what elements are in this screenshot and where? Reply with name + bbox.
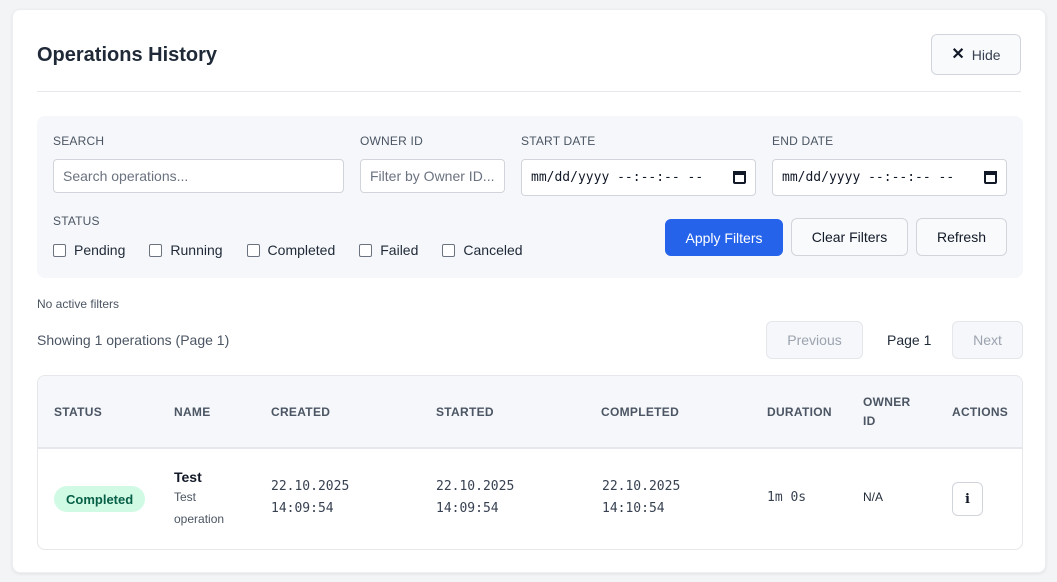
refresh-button[interactable]: Refresh <box>916 218 1007 256</box>
column-header-name: NAME <box>174 405 211 419</box>
status-checkbox-canceled[interactable]: Canceled <box>442 242 523 258</box>
search-label: SEARCH <box>53 134 105 148</box>
completed-date: 22.10.2025 <box>602 479 681 494</box>
duration-cell: 1m 0s <box>767 490 807 505</box>
operation-name-cell: Test Test operation <box>174 469 224 530</box>
end-date-input[interactable]: mm/dd/yyyy --:--:-- -- <box>772 159 1007 196</box>
filter-panel: SEARCH OWNER ID START DATE mm/dd/yyyy --… <box>37 116 1023 278</box>
calendar-icon[interactable] <box>984 171 997 184</box>
column-header-actions: ACTIONS <box>952 405 1009 419</box>
status-badge: Completed <box>54 486 146 512</box>
page-indicator: Page 1 <box>887 332 932 348</box>
table-header: STATUS NAME CREATED STARTED COMPLETED DU… <box>38 376 1022 449</box>
checkbox[interactable] <box>359 243 373 257</box>
column-header-owner-id-line2: ID <box>863 414 876 428</box>
checkbox-label: Canceled <box>463 242 523 258</box>
created-date: 22.10.2025 <box>271 479 350 494</box>
started-date: 22.10.2025 <box>436 479 515 494</box>
start-date-label: START DATE <box>521 134 596 148</box>
checkbox-label: Failed <box>380 242 419 258</box>
completed-cell: 22.10.2025 14:10:54 <box>602 476 680 520</box>
checkbox[interactable] <box>149 243 163 257</box>
checkbox[interactable] <box>246 243 260 257</box>
previous-page-button[interactable]: Previous <box>766 321 863 359</box>
status-checkboxes: Pending Running Completed Failed Cancele… <box>53 242 547 258</box>
column-header-created: CREATED <box>271 405 331 419</box>
page-title: Operations History <box>37 44 218 66</box>
active-filters-text: No active filters <box>37 297 120 311</box>
hide-button[interactable]: ✕ Hide <box>931 34 1021 75</box>
operations-history-card: Operations History ✕ Hide SEARCH OWNER I… <box>12 9 1046 573</box>
created-time: 14:09:54 <box>271 501 334 516</box>
apply-filters-button[interactable]: Apply Filters <box>665 219 783 256</box>
checkbox-label: Pending <box>74 242 126 258</box>
status-checkbox-completed[interactable]: Completed <box>246 242 336 258</box>
operation-description-line1: Test <box>174 490 197 504</box>
header: Operations History ✕ Hide <box>37 34 1021 92</box>
status-label: STATUS <box>53 214 100 228</box>
owner-id-label: OWNER ID <box>360 134 423 148</box>
next-page-button[interactable]: Next <box>952 321 1023 359</box>
checkbox[interactable] <box>442 243 456 257</box>
end-date-value: mm/dd/yyyy --:--:-- -- <box>782 170 955 185</box>
column-header-status: STATUS <box>54 405 103 419</box>
owner-id-input[interactable] <box>360 159 505 193</box>
column-header-completed: COMPLETED <box>601 405 680 419</box>
end-date-label: END DATE <box>772 134 834 148</box>
column-header-owner-id-line1: OWNER <box>863 395 911 409</box>
results-count: Showing 1 operations (Page 1) <box>37 332 230 348</box>
operation-description-line2: operation <box>174 512 225 526</box>
search-input[interactable] <box>53 159 344 193</box>
details-button[interactable]: i <box>952 482 983 516</box>
checkbox-label: Running <box>170 242 223 258</box>
owner-id-cell: N/A <box>863 490 884 504</box>
status-checkbox-failed[interactable]: Failed <box>359 242 418 258</box>
checkbox-label: Completed <box>267 242 336 258</box>
close-icon: ✕ <box>951 45 965 63</box>
operation-name: Test <box>174 469 202 485</box>
operations-table: STATUS NAME CREATED STARTED COMPLETED DU… <box>37 375 1023 550</box>
started-cell: 22.10.2025 14:09:54 <box>436 476 514 520</box>
column-header-owner-id: OWNER ID <box>863 393 911 431</box>
clear-filters-button[interactable]: Clear Filters <box>791 218 908 256</box>
info-icon: i <box>965 491 970 507</box>
column-header-duration: DURATION <box>767 405 832 419</box>
start-date-value: mm/dd/yyyy --:--:-- -- <box>531 170 704 185</box>
status-checkbox-pending[interactable]: Pending <box>53 242 125 258</box>
column-header-started: STARTED <box>436 405 494 419</box>
start-date-input[interactable]: mm/dd/yyyy --:--:-- -- <box>521 159 756 196</box>
calendar-icon[interactable] <box>733 171 746 184</box>
checkbox[interactable] <box>53 243 66 257</box>
hide-button-label: Hide <box>971 46 1001 63</box>
created-cell: 22.10.2025 14:09:54 <box>271 476 349 520</box>
completed-time: 14:10:54 <box>602 501 665 516</box>
status-checkbox-running[interactable]: Running <box>149 242 223 258</box>
started-time: 14:09:54 <box>436 501 499 516</box>
